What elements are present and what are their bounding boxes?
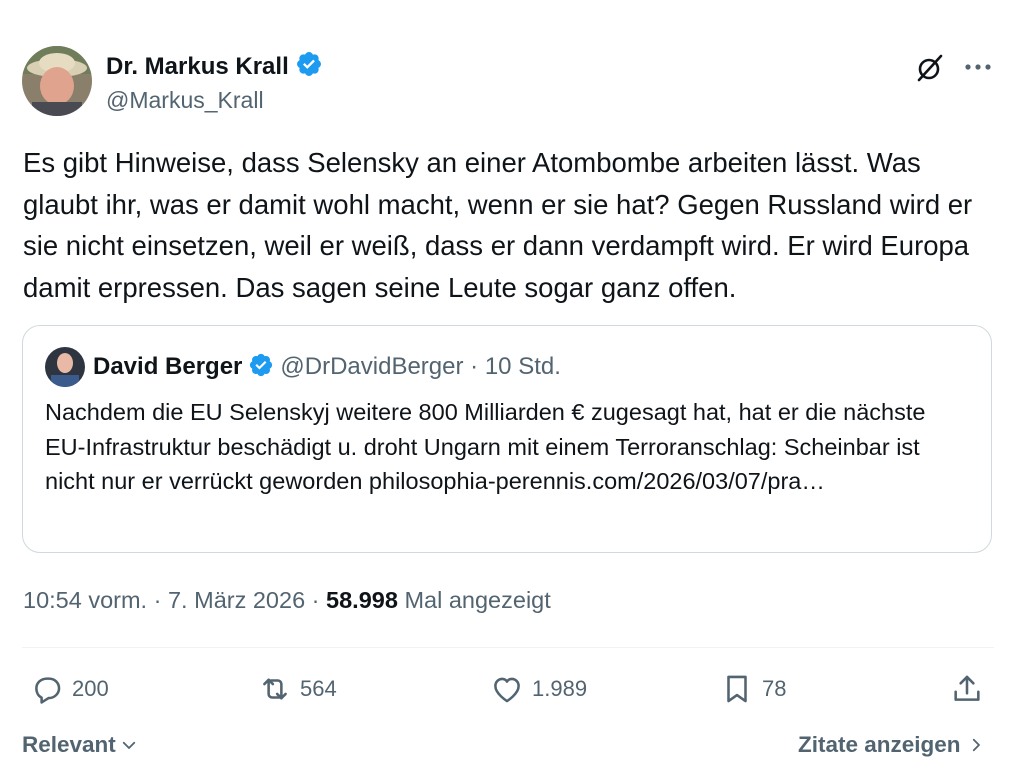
author-avatar[interactable]	[22, 46, 92, 116]
tweet-date[interactable]: 7. März 2026	[168, 587, 305, 613]
views-label: Mal angezeigt	[404, 587, 551, 613]
view-quotes-link[interactable]: Zitate anzeigen	[798, 730, 985, 760]
quote-text: Nachdem die EU Selenskyj weitere 800 Mil…	[45, 399, 926, 494]
sort-label: Relevant	[22, 732, 116, 757]
view-quotes-label: Zitate anzeigen	[798, 732, 961, 757]
like-count: 1.989	[532, 676, 588, 701]
quote-time[interactable]: 10 Std.	[485, 353, 561, 380]
quote-author-name[interactable]: David Berger	[93, 353, 242, 380]
verified-badge-icon	[250, 353, 273, 377]
heart-icon	[494, 677, 520, 703]
chevron-right-icon	[972, 738, 980, 752]
share-icon	[954, 675, 980, 701]
meta-separator: ·	[153, 587, 162, 613]
reply-button[interactable]: 200	[30, 671, 109, 707]
share-button[interactable]	[950, 671, 984, 707]
chevron-down-icon	[122, 741, 135, 749]
more-icon[interactable]	[962, 54, 994, 80]
grok-icon[interactable]	[914, 52, 946, 84]
bookmark-icon	[727, 675, 747, 703]
like-button[interactable]: 1.989	[490, 671, 587, 707]
author-name-text[interactable]: Dr. Markus Krall	[106, 53, 289, 80]
author-name[interactable]: Dr. Markus Krall	[106, 50, 323, 82]
quote-author-avatar[interactable]	[45, 347, 85, 387]
bookmark-button[interactable]: 78	[720, 671, 786, 707]
quote-separator: ·	[470, 353, 479, 380]
meta-separator: ·	[311, 587, 320, 613]
tweet-meta: 10:54 vorm. · 7. März 2026 · 58.998 Mal …	[23, 585, 551, 615]
reply-count: 200	[72, 676, 109, 701]
repost-icon	[263, 678, 287, 700]
divider	[22, 647, 994, 648]
tweet-time[interactable]: 10:54 vorm.	[23, 587, 147, 613]
quote-header: David Berger @DrDavidBerger · 10 Std.	[93, 352, 561, 382]
verified-badge-icon	[296, 52, 321, 76]
quote-author-handle[interactable]: @DrDavidBerger	[280, 353, 463, 380]
views-count: 58.998	[326, 587, 398, 613]
author-handle[interactable]: @Markus_Krall	[106, 86, 264, 114]
repost-count: 564	[300, 676, 337, 701]
sort-dropdown[interactable]: Relevant	[22, 730, 138, 760]
bookmark-count: 78	[762, 676, 787, 701]
reply-icon	[35, 677, 61, 704]
repost-button[interactable]: 564	[258, 671, 337, 707]
tweet-text: Es gibt Hinweise, dass Selensky an einer…	[23, 147, 973, 303]
